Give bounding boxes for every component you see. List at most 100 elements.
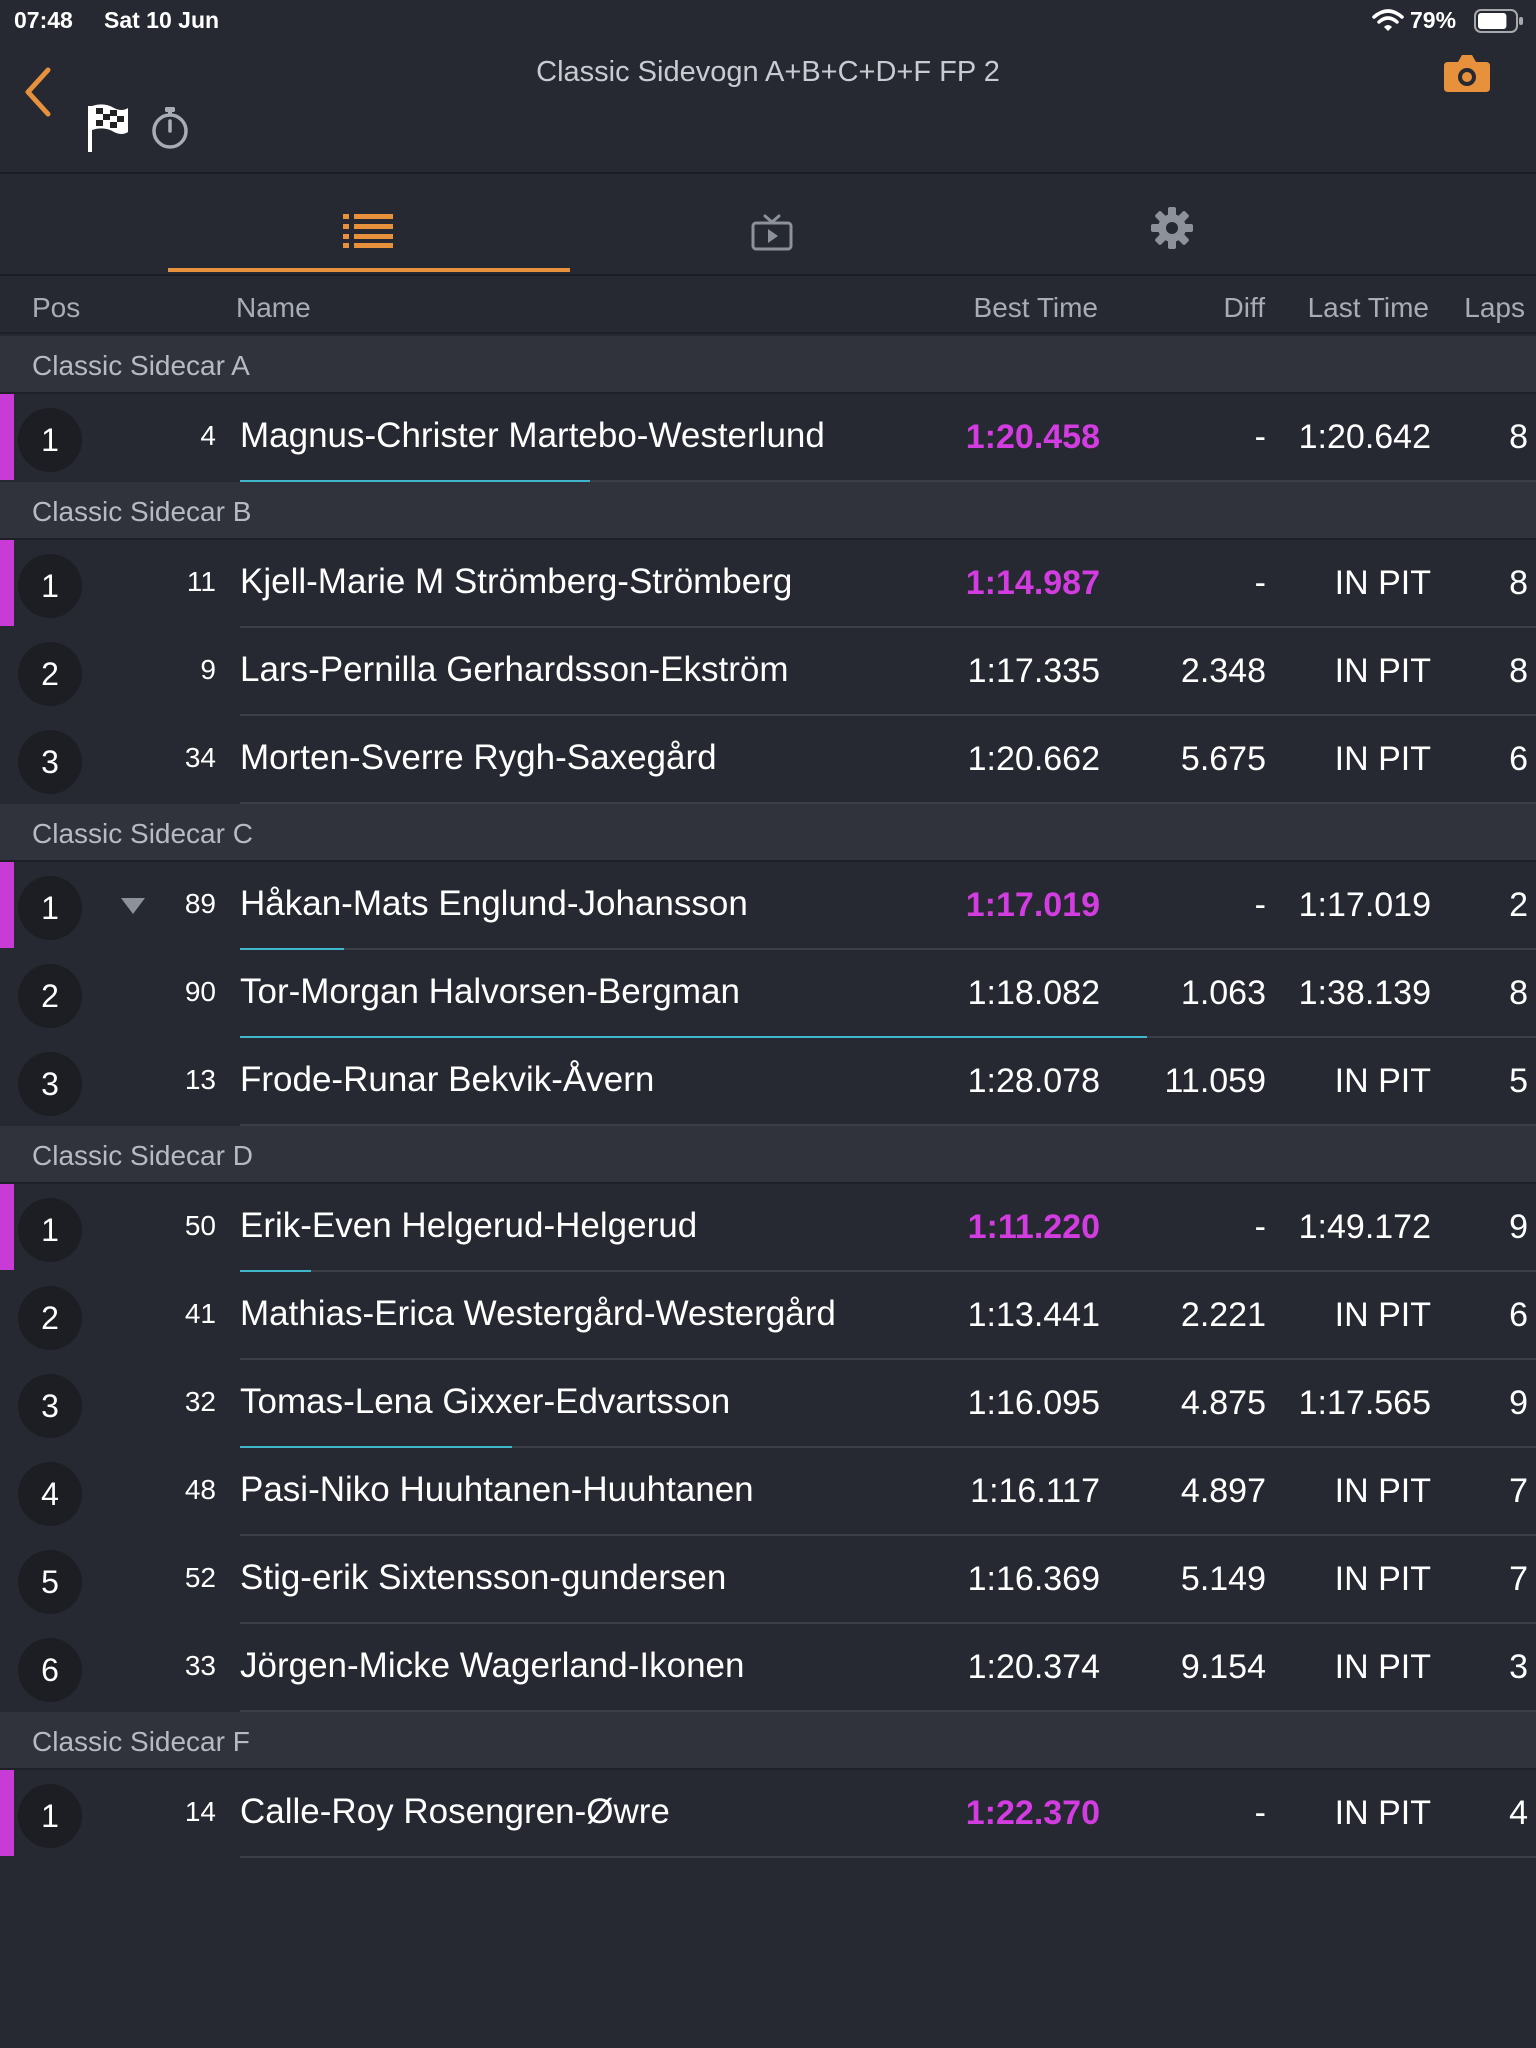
- column-last-time[interactable]: Last Time: [1308, 292, 1429, 324]
- diff-time: -: [1254, 1794, 1266, 1832]
- start-number: 52: [184, 1562, 216, 1593]
- table-row[interactable]: 2 9 Lars-Pernilla Gerhardsson-Ekström 1:17.…: [0, 628, 1536, 716]
- start-number: 50: [184, 1210, 216, 1241]
- best-time: 1:28.078: [967, 1062, 1100, 1100]
- tab-bar: [0, 176, 1536, 276]
- lap-count: 8: [1509, 652, 1528, 690]
- table-row[interactable]: 3 32 Tomas-Lena Gixxer-Edvartsson 1:16.095 4…: [0, 1360, 1536, 1448]
- best-time: 1:13.441: [967, 1296, 1100, 1334]
- results-table: Classic Sidecar A 1 4 Magnus-Christer Marte…: [0, 336, 1536, 1858]
- last-time: 1:20.642: [1298, 418, 1431, 456]
- start-number: 41: [184, 1298, 216, 1329]
- triangle-down-icon: [121, 898, 145, 914]
- position-badge: 1: [18, 554, 82, 618]
- last-time: IN PIT: [1334, 652, 1431, 690]
- driver-name: Frode-Runar Bekvik-Åvern: [240, 1060, 655, 1099]
- lap-count: 8: [1509, 418, 1528, 456]
- best-time: 1:14.987: [965, 564, 1100, 602]
- diff-time: 2.221: [1180, 1296, 1266, 1334]
- tab-live-tv[interactable]: [572, 176, 972, 274]
- driver-name: Calle-Roy Rosengren-Øwre: [240, 1792, 670, 1831]
- start-number: 89: [184, 888, 216, 919]
- group-title: Classic Sidecar A: [32, 350, 250, 381]
- position-badge: 2: [18, 1286, 82, 1350]
- group-header: Classic Sidecar C: [0, 804, 1536, 862]
- best-time: 1:20.662: [967, 740, 1100, 778]
- table-row[interactable]: 1 4 Magnus-Christer Martebo-Westerlund 1:20…: [0, 394, 1536, 482]
- camera-icon: [1444, 55, 1490, 92]
- table-row[interactable]: 1 50 Erik-Even Helgerud-Helgerud 1:11.220 -1…: [0, 1184, 1536, 1272]
- position-badge: 3: [18, 1374, 82, 1438]
- lap-count: 2: [1509, 886, 1528, 924]
- table-row[interactable]: 6 33 Jörgen-Micke Wagerland-Ikonen 1:20.374…: [0, 1624, 1536, 1712]
- best-time: 1:16.095: [967, 1384, 1100, 1422]
- table-row[interactable]: 1 89 Håkan-Mats Englund-Johansson 1:17.019-…: [0, 862, 1536, 950]
- table-row[interactable]: 1 14 Calle-Roy Rosengren-Øwre 1:22.370 - IN P…: [0, 1770, 1536, 1858]
- lap-count: 6: [1509, 740, 1528, 778]
- position-badge: 1: [18, 1198, 82, 1262]
- position-badge: 3: [18, 730, 82, 794]
- table-row[interactable]: 2 41 Mathias-Erica Westergård-Westergård 1:…: [0, 1272, 1536, 1360]
- leader-indicator: [0, 540, 14, 626]
- status-date: Sat 10 Jun: [104, 7, 220, 33]
- last-time: 1:38.139: [1298, 974, 1431, 1012]
- diff-time: 5.149: [1180, 1560, 1266, 1598]
- checkered-flag-icon: [88, 104, 128, 152]
- start-number: 33: [184, 1650, 216, 1681]
- column-diff[interactable]: Diff: [1224, 292, 1266, 324]
- best-time: 1:16.117: [970, 1472, 1100, 1510]
- driver-name: Mathias-Erica Westergård-Westergård: [240, 1294, 836, 1333]
- row-divider: [240, 1856, 1536, 1858]
- group-header: Classic Sidecar B: [0, 482, 1536, 540]
- position-badge: 2: [18, 964, 82, 1028]
- lap-count: 7: [1509, 1560, 1528, 1598]
- camera-button[interactable]: [1442, 50, 1492, 96]
- lap-count: 9: [1509, 1384, 1528, 1422]
- group-header: Classic Sidecar F: [0, 1712, 1536, 1770]
- diff-time: 1.063: [1180, 974, 1266, 1012]
- column-best-time[interactable]: Best Time: [974, 292, 1098, 324]
- start-number: 34: [184, 742, 216, 773]
- lap-count: 6: [1509, 1296, 1528, 1334]
- diff-time: 4.897: [1180, 1472, 1266, 1510]
- table-row[interactable]: 4 48 Pasi-Niko Huuhtanen-Huuhtanen 1:16.117…: [0, 1448, 1536, 1536]
- position-badge: 6: [18, 1638, 82, 1702]
- last-time: IN PIT: [1334, 1794, 1431, 1832]
- driver-name: Lars-Pernilla Gerhardsson-Ekström: [240, 650, 789, 689]
- best-time: 1:17.019: [965, 886, 1100, 924]
- diff-time: 11.059: [1164, 1062, 1266, 1100]
- group-header: Classic Sidecar A: [0, 336, 1536, 394]
- table-row[interactable]: 5 52 Stig-erik Sixtensson-gundersen 1:16.36…: [0, 1536, 1536, 1624]
- best-time: 1:11.220: [967, 1208, 1100, 1246]
- table-row[interactable]: 3 34 Morten-Sverre Rygh-Saxegård 1:20.662 5.…: [0, 716, 1536, 804]
- last-time: IN PIT: [1334, 564, 1431, 602]
- best-time: 1:17.335: [967, 652, 1100, 690]
- table-row[interactable]: 2 90 Tor-Morgan Halvorsen-Bergman 1:18.082 1…: [0, 950, 1536, 1038]
- best-time: 1:20.374: [967, 1648, 1100, 1686]
- last-time: IN PIT: [1334, 1648, 1431, 1686]
- position-badge: 1: [18, 876, 82, 940]
- column-laps[interactable]: Laps: [1464, 292, 1525, 324]
- driver-name: Håkan-Mats Englund-Johansson: [240, 884, 748, 923]
- tab-settings[interactable]: [972, 176, 1372, 274]
- diff-time: 2.348: [1180, 652, 1266, 690]
- table-row[interactable]: 1 11 Kjell-Marie M Strömberg-Strömberg 1:14…: [0, 540, 1536, 628]
- tab-list[interactable]: [168, 176, 570, 274]
- group-title: Classic Sidecar C: [32, 818, 253, 849]
- column-name[interactable]: Name: [236, 292, 311, 324]
- start-number: 48: [184, 1474, 216, 1505]
- lap-count: 7: [1509, 1472, 1528, 1510]
- driver-name: Tor-Morgan Halvorsen-Bergman: [240, 972, 740, 1011]
- start-number: 9: [200, 654, 216, 685]
- lap-count: 3: [1509, 1648, 1528, 1686]
- start-number: 90: [184, 976, 216, 1007]
- diff-time: 5.675: [1180, 740, 1266, 778]
- table-row[interactable]: 3 13 Frode-Runar Bekvik-Åvern 1:28.078 11.05…: [0, 1038, 1536, 1126]
- best-time: 1:20.458: [965, 418, 1100, 456]
- driver-name: Pasi-Niko Huuhtanen-Huuhtanen: [240, 1470, 754, 1509]
- column-pos[interactable]: Pos: [32, 292, 80, 324]
- driver-name: Stig-erik Sixtensson-gundersen: [240, 1558, 727, 1597]
- position-badge: 5: [18, 1550, 82, 1614]
- leader-indicator: [0, 1770, 14, 1856]
- driver-name: Erik-Even Helgerud-Helgerud: [240, 1206, 698, 1245]
